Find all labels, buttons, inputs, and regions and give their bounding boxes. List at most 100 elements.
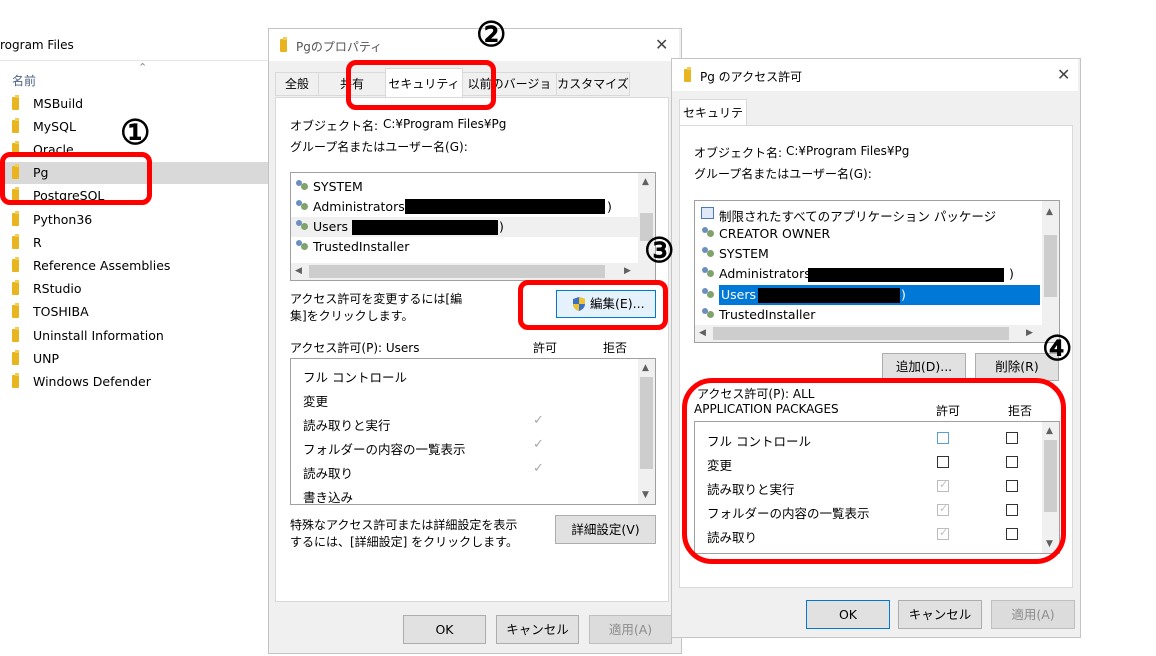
package-icon	[701, 207, 714, 219]
folder-icon	[12, 257, 19, 272]
users-icon	[295, 240, 310, 253]
folder-row-toshiba[interactable]: TOSHIBA	[0, 301, 268, 323]
folder-row-msbuild[interactable]: MSBuild	[0, 93, 268, 115]
redacted-name	[405, 199, 605, 214]
advanced-instruction: 特殊なアクセス許可または詳細設定を表示するには、[詳細設定] をクリックします。	[290, 518, 518, 549]
redacted-name	[808, 268, 1004, 282]
redacted-name	[352, 220, 498, 235]
scroll-left-icon[interactable]: ◀	[699, 328, 706, 338]
perm-full-control: フル コントロール	[303, 370, 407, 385]
allow-header: 許可	[533, 341, 558, 355]
file-explorer: rogram Files 名前 ⌃ MSBuild MySQL Oracle P…	[0, 32, 269, 398]
folder-icon	[12, 350, 19, 365]
folder-row-uninstall-information[interactable]: Uninstall Information	[0, 325, 268, 347]
ok-button[interactable]: OK	[403, 615, 486, 644]
cancel-button[interactable]: キャンセル	[898, 600, 982, 629]
close-icon[interactable]: ✕	[655, 35, 668, 54]
folder-icon	[12, 373, 19, 388]
divider	[0, 60, 268, 61]
advanced-button[interactable]: 詳細設定(V)	[555, 515, 656, 544]
deny-header: 拒否	[603, 341, 628, 355]
list-item-system[interactable]: SYSTEM	[701, 244, 1041, 264]
users-icon	[701, 227, 716, 240]
folder-icon	[12, 280, 19, 295]
object-name-label: オブジェクト名:	[290, 119, 379, 133]
add-button[interactable]: 追加(D)...	[882, 353, 966, 381]
redacted-name	[758, 288, 900, 303]
close-icon[interactable]: ✕	[1057, 65, 1070, 84]
cancel-button[interactable]: キャンセル	[496, 615, 579, 644]
folder-icon	[280, 37, 287, 52]
perm-read-execute: 読み取りと実行	[303, 418, 391, 433]
tab-general[interactable]: 全般	[275, 72, 319, 96]
folder-row-rstudio[interactable]: RStudio	[0, 278, 268, 300]
ok-button[interactable]: OK	[806, 600, 890, 629]
users-icon	[295, 200, 310, 213]
check-icon: ✓	[533, 413, 544, 428]
folder-icon	[12, 327, 19, 342]
users-icon	[295, 180, 310, 193]
folder-row-python36[interactable]: Python36	[0, 209, 268, 231]
folder-icon	[12, 303, 19, 318]
tab-customize[interactable]: カスタマイズ	[556, 72, 630, 96]
list-item-trustedinstaller[interactable]: TrustedInstaller	[701, 305, 1041, 325]
check-icon: ✓	[533, 437, 544, 452]
column-header-name[interactable]: 名前	[12, 72, 36, 89]
scroll-up-icon[interactable]: ▲	[1046, 207, 1053, 217]
folder-icon	[684, 67, 691, 82]
scroll-up-icon[interactable]: ▲	[642, 363, 649, 373]
sort-icon: ⌃	[138, 61, 148, 74]
users-icon	[295, 220, 310, 233]
list-item-trustedinstaller[interactable]: TrustedInstaller	[295, 237, 635, 257]
scroll-down-icon[interactable]: ▼	[642, 490, 649, 500]
users-icon	[701, 288, 716, 301]
highlight-box-2	[346, 60, 496, 110]
apply-button[interactable]: 適用(A)	[991, 600, 1075, 629]
object-name-value: C:¥Program Files¥Pg	[383, 117, 507, 131]
scrollbar-thumb[interactable]	[640, 377, 653, 469]
check-icon: ✓	[533, 461, 544, 476]
folder-row-windows-defender[interactable]: Windows Defender	[0, 371, 268, 393]
list-item-all-app-packages[interactable]: 制限されたすべてのアプリケーション パッケージ	[701, 204, 1041, 224]
folder-row-r[interactable]: R	[0, 232, 268, 254]
perm-write: 書き込み	[303, 490, 354, 505]
group-label: グループ名またはユーザー名(G):	[290, 140, 468, 154]
highlight-box-3	[518, 280, 668, 330]
folder-icon	[12, 211, 19, 226]
scroll-left-icon[interactable]: ◀	[295, 266, 302, 276]
perm-modify: 変更	[303, 394, 329, 409]
annotation-4: ④	[1042, 329, 1073, 369]
folder-row-unp[interactable]: UNP	[0, 348, 268, 370]
scroll-right-icon[interactable]: ▶	[624, 266, 631, 276]
users-icon	[701, 247, 716, 260]
scrollbar-thumb[interactable]	[1044, 235, 1057, 297]
scroll-right-icon[interactable]: ▶	[1026, 328, 1033, 338]
users-icon	[701, 308, 716, 321]
edit-instruction: アクセス許可を変更するには[編集]をクリックします。	[290, 292, 463, 323]
highlight-box-1	[0, 152, 152, 205]
hscroll-thumb[interactable]	[309, 265, 605, 278]
permissions-title: Pg のアクセス許可	[700, 70, 803, 84]
folder-icon	[12, 234, 19, 249]
object-name-label: オブジェクト名:	[694, 146, 783, 160]
folder-icon	[12, 118, 19, 133]
permissions-list: フル コントロール 変更 読み取りと実行 ✓ フォルダーの内容の一覧表示 ✓ 読…	[290, 358, 656, 505]
properties-title: Pgのプロパティ	[296, 40, 383, 54]
list-item-creator-owner[interactable]: CREATOR OWNER	[701, 224, 1041, 244]
list-item-system[interactable]: SYSTEM	[295, 177, 635, 197]
highlight-box-4	[682, 378, 1066, 564]
perm-list-folder: フォルダーの内容の一覧表示	[303, 442, 466, 457]
users-icon	[701, 267, 716, 280]
hscroll-thumb[interactable]	[713, 327, 1009, 340]
scroll-up-icon[interactable]: ▲	[642, 177, 649, 187]
folder-icon	[12, 95, 19, 110]
object-name-value: C:¥Program Files¥Pg	[786, 144, 910, 158]
perm-read: 読み取り	[303, 466, 354, 481]
folder-row-reference-assemblies[interactable]: Reference Assemblies	[0, 255, 268, 277]
annotation-2: ②	[476, 15, 507, 55]
apply-button[interactable]: 適用(A)	[589, 615, 672, 644]
tab-security[interactable]: セキュリティ	[679, 99, 747, 146]
address-path[interactable]: rogram Files	[0, 38, 74, 52]
group-label: グループ名またはユーザー名(G):	[694, 167, 872, 181]
annotation-3: ③	[644, 231, 675, 271]
